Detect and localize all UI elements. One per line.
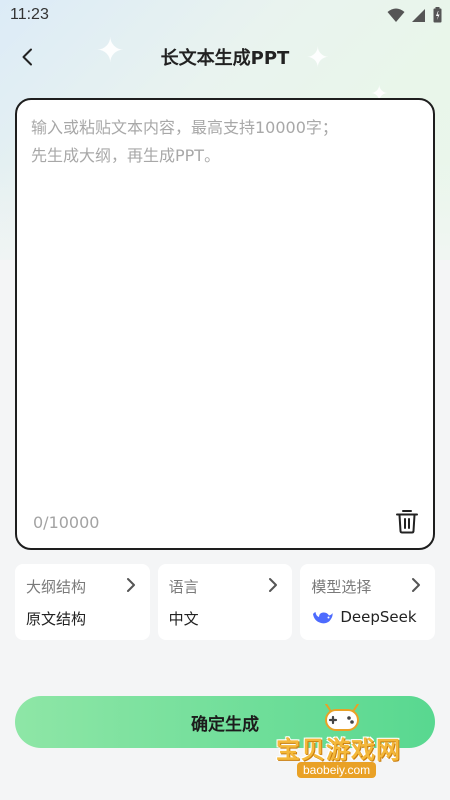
language-option[interactable]: 语言 中文 — [157, 564, 293, 640]
chevron-right-icon — [412, 578, 421, 592]
page-title: 长文本生成PPT — [160, 48, 290, 69]
char-count: 0/10000 — [33, 513, 100, 532]
page-header: 长文本生成PPT — [0, 36, 450, 80]
option-value: DeepSeek — [312, 608, 417, 626]
trash-icon — [396, 510, 418, 534]
option-label: 大纲结构 — [26, 578, 87, 596]
confirm-generate-button[interactable]: 确定生成 — [15, 696, 435, 748]
wifi-icon — [387, 8, 405, 22]
status-time: 11:23 — [10, 6, 49, 23]
option-value-text: DeepSeek — [340, 608, 417, 626]
option-value-text: 中文 — [168, 610, 199, 628]
status-bar: 11:23 — [0, 0, 450, 32]
option-value-text: 原文结构 — [26, 610, 87, 628]
signal-icon — [412, 8, 425, 22]
battery-icon — [433, 7, 442, 23]
options-row: 大纲结构 原文结构 语言 中文 模型选择 DeepSeek — [15, 564, 436, 640]
option-value: 中文 — [169, 608, 199, 629]
deepseek-whale-icon — [313, 612, 333, 624]
option-label: 模型选择 — [311, 578, 372, 596]
text-input-card: 0/10000 — [15, 98, 435, 550]
text-input[interactable] — [31, 114, 419, 494]
option-label: 语言 — [168, 578, 199, 596]
outline-structure-option[interactable]: 大纲结构 原文结构 — [15, 564, 150, 640]
chevron-right-icon — [126, 578, 135, 592]
status-icons — [387, 7, 442, 23]
watermark-url: baobeiy.com — [297, 762, 377, 778]
clear-text-button[interactable] — [393, 506, 421, 536]
model-select-option[interactable]: 模型选择 DeepSeek — [300, 564, 436, 640]
option-value: 原文结构 — [26, 608, 86, 629]
chevron-right-icon — [269, 578, 278, 592]
